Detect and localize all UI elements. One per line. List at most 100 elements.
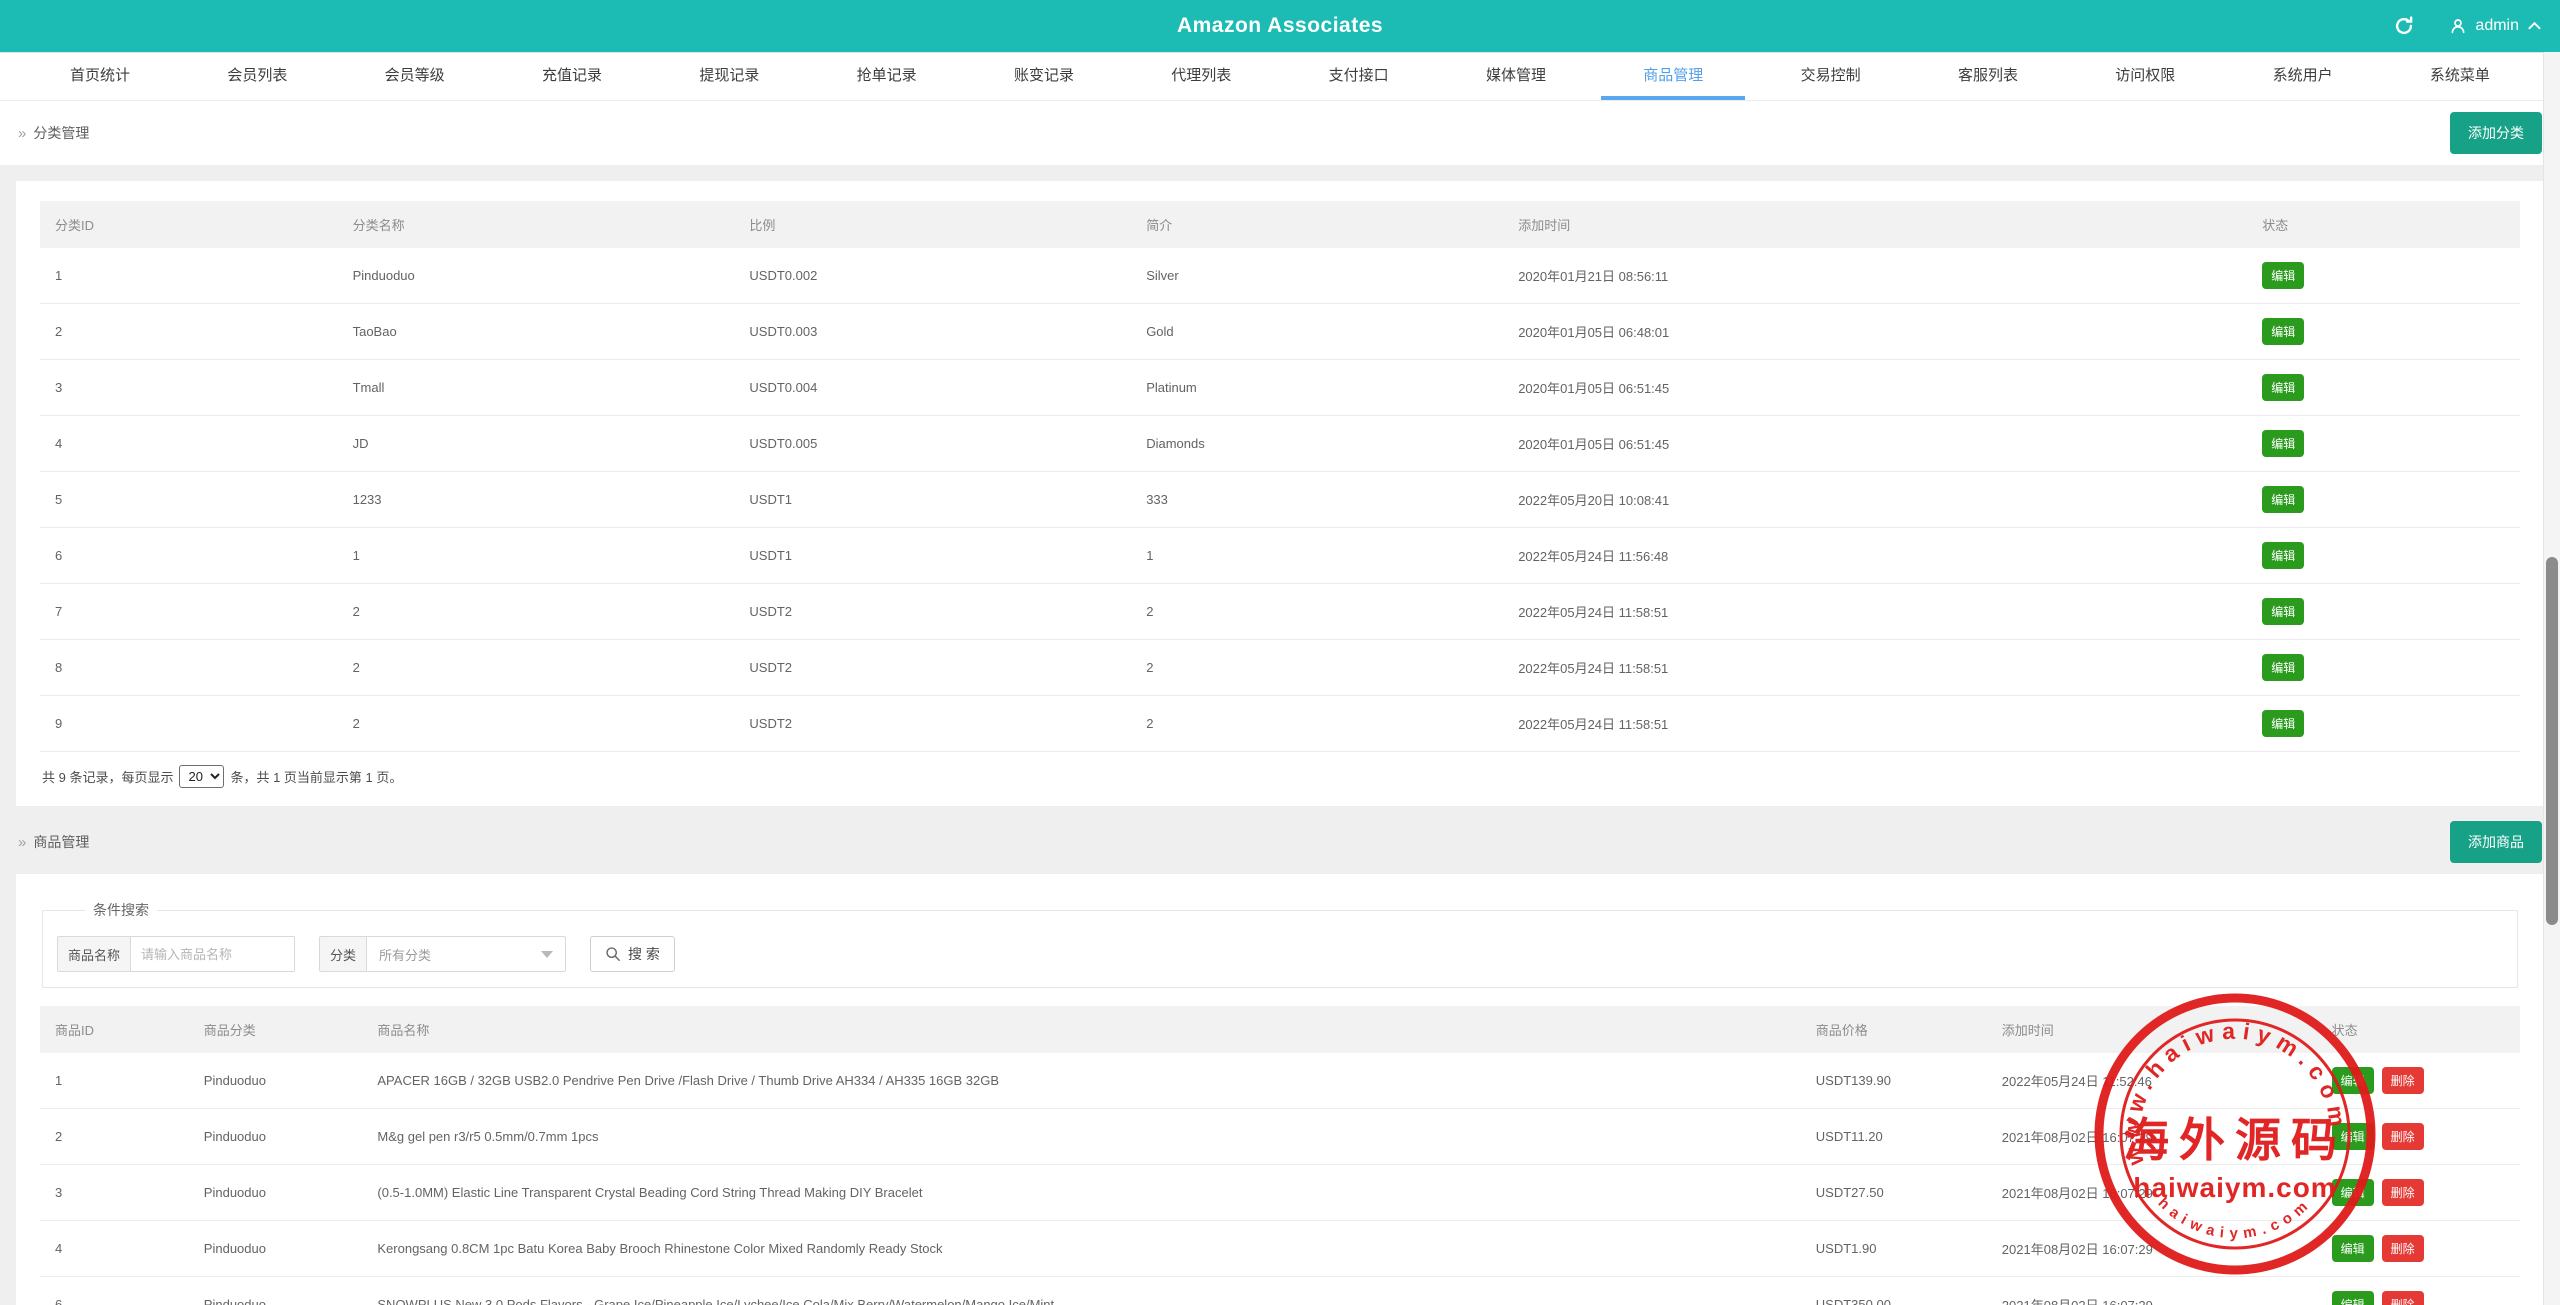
product-name-label: 商品名称 — [57, 936, 130, 972]
cell-product-id: 2 — [40, 1109, 189, 1165]
cell-add-time: 2021年08月02日 16:07:29 — [1987, 1165, 2317, 1221]
category-table-row: 2 TaoBao USDT0.003 Gold 2020年01月05日 06:4… — [40, 304, 2520, 360]
cell-category-name: Pinduoduo — [338, 248, 735, 304]
edit-button[interactable]: 编辑 — [2332, 1235, 2374, 1262]
nav-tab[interactable]: 首页统计 — [28, 53, 172, 100]
nav-tab[interactable]: 访问权限 — [2073, 53, 2217, 100]
main-nav: 首页统计 会员列表 会员等级 充值记录 提现记录 抢单记录 账变记录 代理列表 … — [0, 52, 2560, 101]
cell-intro: 333 — [1131, 472, 1503, 528]
nav-tab[interactable]: 抢单记录 — [815, 53, 959, 100]
category-table-header-row: 分类ID 分类名称 比例 简介 添加时间 状态 — [40, 201, 2520, 248]
add-product-button[interactable]: 添加商品 — [2450, 821, 2542, 863]
category-filter-label: 分类 — [319, 936, 366, 972]
cell-category-name: 1 — [338, 528, 735, 584]
delete-button[interactable]: 删除 — [2382, 1179, 2424, 1206]
cell-category-id: 3 — [40, 360, 338, 416]
app-title: Amazon Associates — [1177, 14, 1383, 38]
cell-intro: 2 — [1131, 584, 1503, 640]
search-panel: 条件搜索 商品名称 分类 所有分类 搜 索 — [42, 900, 2518, 988]
cell-intro: Platinum — [1131, 360, 1503, 416]
cell-category-id: 9 — [40, 696, 338, 752]
edit-button[interactable]: 编辑 — [2262, 654, 2304, 681]
cell-add-time: 2021年08月02日 16:07:29 — [1987, 1277, 2317, 1305]
cell-ratio: USDT2 — [734, 640, 1131, 696]
nav-tab[interactable]: 充值记录 — [500, 53, 644, 100]
nav-tab[interactable]: 媒体管理 — [1444, 53, 1588, 100]
product-name-input[interactable] — [130, 936, 295, 972]
nav-tab[interactable]: 系统菜单 — [2388, 53, 2532, 100]
search-legend: 条件搜索 — [85, 900, 157, 920]
nav-tab[interactable]: 支付接口 — [1287, 53, 1431, 100]
nav-tab[interactable]: 系统用户 — [2231, 53, 2375, 100]
col-header-product-id: 商品ID — [40, 1006, 189, 1053]
breadcrumb: » 分类管理 — [18, 123, 89, 143]
pagination: 共 9 条记录，每页显示 20 条，共 1 页当前显示第 1 页。 — [40, 752, 2520, 792]
edit-button[interactable]: 编辑 — [2262, 710, 2304, 737]
edit-button[interactable]: 编辑 — [2332, 1123, 2374, 1150]
cell-status: 编辑 — [2247, 696, 2520, 752]
cell-category-name: 1233 — [338, 472, 735, 528]
col-header-product-category: 商品分类 — [189, 1006, 363, 1053]
cell-category-id: 6 — [40, 528, 338, 584]
cell-status: 编辑删除 — [2317, 1109, 2520, 1165]
nav-tab[interactable]: 提现记录 — [657, 53, 801, 100]
page-size-select[interactable]: 20 — [179, 765, 224, 788]
edit-button[interactable]: 编辑 — [2262, 542, 2304, 569]
category-table-row: 6 1 USDT1 1 2022年05月24日 11:56:48 编辑 — [40, 528, 2520, 584]
edit-button[interactable]: 编辑 — [2332, 1067, 2374, 1094]
search-button[interactable]: 搜 索 — [590, 936, 675, 972]
category-table-row: 9 2 USDT2 2 2022年05月24日 11:58:51 编辑 — [40, 696, 2520, 752]
nav-tab[interactable]: 客服列表 — [1916, 53, 2060, 100]
nav-tab[interactable]: 代理列表 — [1129, 53, 1273, 100]
cell-status: 编辑 — [2247, 584, 2520, 640]
edit-button[interactable]: 编辑 — [2332, 1291, 2374, 1305]
cell-product-category: Pinduoduo — [189, 1277, 363, 1305]
vertical-scrollbar[interactable] — [2543, 52, 2560, 1305]
cell-product-category: Pinduoduo — [189, 1221, 363, 1277]
cell-add-time: 2021年08月02日 16:07:29 — [1987, 1109, 2317, 1165]
delete-button[interactable]: 删除 — [2382, 1235, 2424, 1262]
edit-button[interactable]: 编辑 — [2262, 374, 2304, 401]
nav-tab[interactable]: 账变记录 — [972, 53, 1116, 100]
category-table-row: 3 Tmall USDT0.004 Platinum 2020年01月05日 0… — [40, 360, 2520, 416]
cell-product-name: (0.5-1.0MM) Elastic Line Transparent Cry… — [362, 1165, 1800, 1221]
category-filter-group: 分类 所有分类 — [319, 936, 566, 972]
edit-button[interactable]: 编辑 — [2262, 598, 2304, 625]
edit-button[interactable]: 编辑 — [2262, 318, 2304, 345]
category-select[interactable]: 所有分类 — [366, 936, 566, 972]
nav-tab[interactable]: 会员列表 — [185, 53, 329, 100]
scrollbar-thumb[interactable] — [2546, 557, 2558, 925]
edit-button[interactable]: 编辑 — [2262, 486, 2304, 513]
edit-button[interactable]: 编辑 — [2332, 1179, 2374, 1206]
cell-intro: 2 — [1131, 640, 1503, 696]
cell-ratio: USDT0.005 — [734, 416, 1131, 472]
section-title: 商品管理 — [33, 832, 89, 852]
cell-intro: Diamonds — [1131, 416, 1503, 472]
delete-button[interactable]: 删除 — [2382, 1291, 2424, 1305]
user-menu[interactable]: admin — [2449, 17, 2542, 35]
cell-ratio: USDT1 — [734, 528, 1131, 584]
refresh-icon[interactable] — [2393, 15, 2415, 37]
delete-button[interactable]: 删除 — [2382, 1067, 2424, 1094]
cell-add-time: 2022年05月20日 10:08:41 — [1503, 472, 2247, 528]
edit-button[interactable]: 编辑 — [2262, 430, 2304, 457]
nav-tab[interactable]: 商品管理 — [1601, 53, 1745, 100]
add-category-button[interactable]: 添加分类 — [2450, 112, 2542, 154]
category-table-row: 5 1233 USDT1 333 2022年05月20日 10:08:41 编辑 — [40, 472, 2520, 528]
section-title: 分类管理 — [33, 123, 89, 143]
category-select-value: 所有分类 — [379, 945, 431, 964]
col-header-product-price: 商品价格 — [1801, 1006, 1987, 1053]
nav-tab[interactable]: 会员等级 — [343, 53, 487, 100]
delete-button[interactable]: 删除 — [2382, 1123, 2424, 1150]
cell-product-category: Pinduoduo — [189, 1053, 363, 1109]
search-icon — [605, 946, 621, 962]
cell-status: 编辑 — [2247, 472, 2520, 528]
nav-tab[interactable]: 交易控制 — [1759, 53, 1903, 100]
cell-add-time: 2020年01月05日 06:51:45 — [1503, 416, 2247, 472]
cell-status: 编辑删除 — [2317, 1221, 2520, 1277]
edit-button[interactable]: 编辑 — [2262, 262, 2304, 289]
cell-product-category: Pinduoduo — [189, 1165, 363, 1221]
product-breadcrumb-row: » 商品管理 添加商品 — [0, 810, 2560, 874]
product-table-row: 6 Pinduoduo SNOWPLUS New 3.0 Pods Flavor… — [40, 1277, 2520, 1305]
cell-intro: 1 — [1131, 528, 1503, 584]
